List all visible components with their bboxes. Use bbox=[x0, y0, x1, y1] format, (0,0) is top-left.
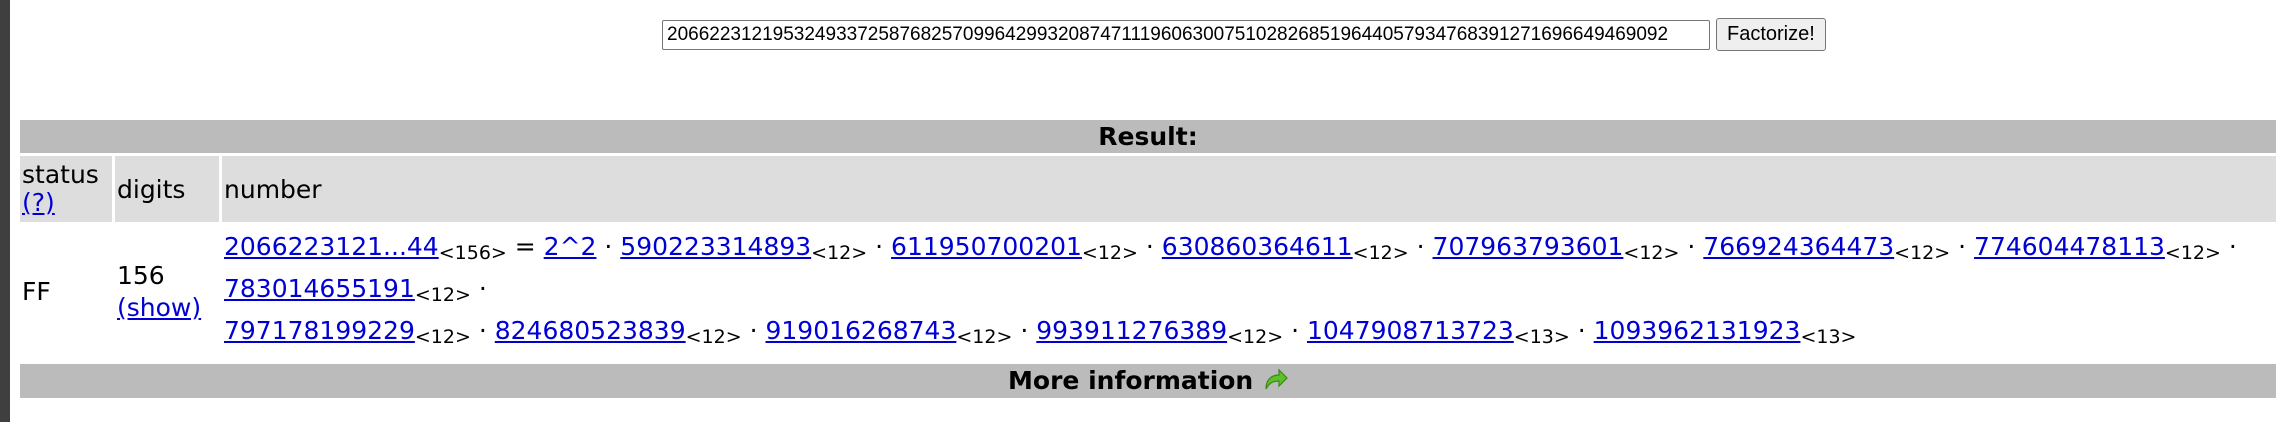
multiply-dot: · bbox=[470, 274, 487, 303]
factor-length: <12> bbox=[2164, 242, 2221, 264]
factor-length: <12> bbox=[414, 284, 471, 306]
more-information-bar[interactable]: More information bbox=[20, 364, 2276, 398]
multiply-dot: · bbox=[1283, 316, 1307, 345]
multiply-dot: · bbox=[1408, 232, 1433, 261]
multiply-dot: · bbox=[470, 316, 495, 345]
factor-length: <12> bbox=[1227, 326, 1284, 348]
multiply-dot: · bbox=[2220, 232, 2237, 261]
multiply-dot: · bbox=[1569, 316, 1594, 345]
status-help-link[interactable]: (?) bbox=[22, 188, 55, 217]
multiply-dot: · bbox=[604, 232, 621, 261]
more-information-label: More information bbox=[1008, 366, 1254, 395]
factor-length: <12> bbox=[1081, 242, 1138, 264]
multiply-dot: · bbox=[741, 316, 766, 345]
table-row: FF 156 (show) 2066223121...44<156> = 2^2… bbox=[20, 225, 2276, 359]
multiply-dot: · bbox=[867, 232, 892, 261]
number-link[interactable]: 2066223121...44 bbox=[224, 232, 439, 261]
factorization-line-2: 797178199229<12> · 824680523839<12> · 91… bbox=[224, 313, 2274, 355]
multiply-dot: · bbox=[1137, 232, 1162, 261]
equals-sign: = bbox=[506, 232, 544, 261]
window-edge bbox=[0, 0, 10, 422]
factor-link[interactable]: 590223314893 bbox=[620, 232, 811, 261]
factor-link[interactable]: 630860364611 bbox=[1162, 232, 1353, 261]
factor-link[interactable]: 774604478113 bbox=[1974, 232, 2165, 261]
factor-length: <12> bbox=[1623, 242, 1680, 264]
multiply-dot: · bbox=[1950, 232, 1975, 261]
number-cell: 2066223121...44<156> = 2^2 · 59022331489… bbox=[219, 225, 2276, 359]
factor-link[interactable]: 1093962131923 bbox=[1594, 316, 1801, 345]
multiply-dot: · bbox=[1679, 232, 1704, 261]
digits-cell: 156 (show) bbox=[112, 225, 219, 359]
factor-length: <12> bbox=[811, 242, 868, 264]
number-input[interactable] bbox=[662, 19, 1710, 50]
factor-length: <12> bbox=[414, 326, 471, 348]
search-row: Factorize! bbox=[662, 18, 1826, 51]
factor-link[interactable]: 611950700201 bbox=[891, 232, 1082, 261]
number-column-header: number bbox=[219, 156, 2276, 222]
status-column-header: status (?) bbox=[20, 156, 112, 222]
factor-link[interactable]: 797178199229 bbox=[224, 316, 415, 345]
status-label: status bbox=[22, 160, 99, 189]
factor-length: <13> bbox=[1800, 326, 1857, 348]
show-digits-link[interactable]: (show) bbox=[117, 293, 201, 322]
factor-link[interactable]: 919016268743 bbox=[766, 316, 957, 345]
digits-column-header: digits bbox=[112, 156, 219, 222]
factor-link[interactable]: 783014655191 bbox=[224, 274, 415, 303]
factor-length: <13> bbox=[1513, 326, 1570, 348]
result-table: Result: status (?) digits number FF 156 … bbox=[20, 117, 2276, 362]
result-header: Result: bbox=[20, 120, 2276, 153]
factor-length: <12> bbox=[1894, 242, 1951, 264]
factorization-line-1: 2066223121...44<156> = 2^2 · 59022331489… bbox=[224, 229, 2274, 313]
factor-length: <12> bbox=[685, 326, 742, 348]
number-length: <156> bbox=[438, 242, 507, 264]
status-cell: FF bbox=[22, 277, 51, 306]
factor-length: <12> bbox=[956, 326, 1013, 348]
factorize-button[interactable]: Factorize! bbox=[1716, 18, 1826, 51]
digits-value: 156 bbox=[117, 261, 165, 290]
factor-link[interactable]: 2^2 bbox=[544, 232, 597, 261]
factor-link[interactable]: 766924364473 bbox=[1703, 232, 1894, 261]
factor-length: <12> bbox=[1352, 242, 1409, 264]
factor-link[interactable]: 824680523839 bbox=[495, 316, 686, 345]
green-arrow-icon bbox=[1265, 368, 1288, 390]
multiply-dot: · bbox=[1012, 316, 1037, 345]
factor-link[interactable]: 1047908713723 bbox=[1307, 316, 1514, 345]
factor-link[interactable]: 993911276389 bbox=[1036, 316, 1227, 345]
factor-link[interactable]: 707963793601 bbox=[1433, 232, 1624, 261]
